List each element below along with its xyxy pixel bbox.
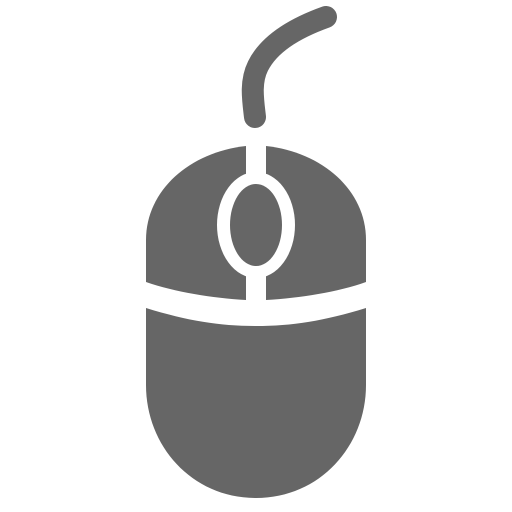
scroll-wheel	[230, 184, 282, 266]
icon-canvas	[0, 0, 512, 512]
mouse-cable	[241, 6, 337, 128]
mouse-body	[146, 308, 366, 498]
computer-mouse-icon	[146, 6, 366, 498]
